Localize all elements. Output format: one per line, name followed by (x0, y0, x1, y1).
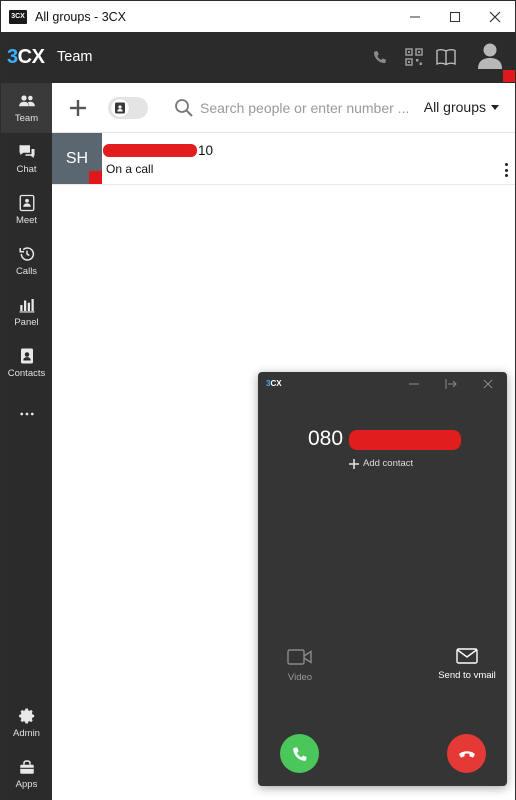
maximize-button[interactable] (435, 1, 475, 32)
history-icon (19, 247, 34, 261)
popup-close-button[interactable] (478, 376, 498, 392)
sidebar-item-label: Calls (15, 266, 38, 277)
help-button[interactable] (435, 46, 457, 68)
sidebar: Team Chat Meet Calls Panel Contacts Admi… (1, 83, 52, 800)
gear-icon (18, 708, 34, 724)
search-icon (174, 98, 194, 118)
qr-code-button[interactable] (403, 46, 425, 68)
popup-popout-button[interactable] (441, 376, 461, 392)
video-camera-icon (287, 649, 312, 665)
chat-icon (19, 145, 34, 158)
incoming-call-popup: 3CX 080 Add contact Video Send to vmail (258, 372, 507, 786)
toolbar: All groups (52, 83, 515, 133)
app-window: 3CX All groups - 3CX 3CX Team Team Chat … (0, 0, 516, 800)
popup-logo: 3CX (266, 379, 282, 388)
meet-icon (19, 194, 34, 212)
sidebar-item-contacts[interactable]: Contacts (1, 338, 52, 388)
sidebar-item-label: Chat (16, 164, 37, 175)
apps-icon (19, 760, 34, 774)
group-filter-dropdown[interactable]: All groups (424, 99, 499, 115)
more-icon (19, 412, 34, 416)
sidebar-item-team[interactable]: Team (1, 83, 52, 133)
window-controls (395, 1, 515, 32)
maximize-icon (450, 11, 460, 22)
close-button[interactable] (475, 1, 515, 32)
user-avatar-button[interactable] (477, 42, 503, 70)
title-bar: 3CX All groups - 3CX (1, 1, 515, 32)
video-label: Video (287, 672, 313, 683)
app-logo-icon: 3CX (9, 9, 27, 24)
minimize-button[interactable] (395, 1, 435, 32)
more-options-icon[interactable] (503, 163, 509, 177)
sidebar-item-label: Apps (15, 779, 38, 790)
video-button[interactable]: Video (286, 648, 314, 683)
sidebar-item-admin[interactable]: Admin (1, 698, 52, 748)
answer-call-button[interactable] (280, 734, 319, 773)
team-icon (18, 95, 35, 107)
sidebar-item-meet[interactable]: Meet (1, 185, 52, 235)
minimize-icon (409, 383, 419, 385)
dialer-button[interactable] (369, 46, 391, 68)
decline-call-button[interactable] (447, 734, 486, 773)
panel-icon (19, 299, 34, 313)
phone-icon (292, 746, 307, 761)
list-item[interactable]: SH 10 On a call (52, 133, 515, 185)
sidebar-item-label: Admin (13, 728, 40, 739)
close-icon (489, 11, 501, 22)
close-icon (483, 379, 493, 389)
phone-icon (373, 51, 386, 64)
book-icon (436, 49, 456, 66)
plus-icon (349, 458, 359, 469)
search-input[interactable] (200, 97, 410, 119)
sidebar-item-apps[interactable]: Apps (1, 749, 52, 799)
user-status-badge (503, 70, 515, 82)
hang-up-icon (458, 750, 475, 757)
presence-status-badge (89, 171, 102, 184)
brand-logo: 3CX (7, 46, 45, 68)
send-to-voicemail-button[interactable]: Send to vmail (434, 648, 500, 681)
minimize-icon (410, 16, 420, 17)
popout-icon (445, 379, 457, 389)
popup-minimize-button[interactable] (404, 376, 424, 392)
contacts-icon (20, 348, 33, 364)
section-title: Team (57, 49, 93, 65)
envelope-icon (456, 648, 478, 664)
app-header: 3CX Team (1, 32, 515, 83)
sidebar-item-label: Team (14, 113, 39, 124)
redaction-mark (103, 144, 197, 157)
group-filter-label: All groups (423, 99, 486, 115)
sidebar-item-panel[interactable]: Panel (1, 287, 52, 337)
caret-down-icon (491, 104, 499, 110)
user-icon (478, 43, 502, 69)
sidebar-item-label: Contacts (7, 368, 46, 379)
add-contact-link[interactable]: Add contact (349, 458, 413, 469)
contacts-view-toggle[interactable] (108, 97, 148, 119)
sidebar-more-button[interactable] (1, 389, 52, 439)
sidebar-item-label: Panel (14, 317, 39, 328)
toggle-knob (111, 99, 129, 117)
redaction-mark (349, 430, 461, 450)
vmail-label: Send to vmail (438, 670, 496, 681)
sidebar-item-chat[interactable]: Chat (1, 134, 52, 184)
sidebar-item-label: Meet (15, 215, 38, 226)
plus-icon (70, 100, 86, 116)
contact-card-icon (115, 102, 125, 114)
window-title: All groups - 3CX (35, 9, 127, 24)
add-contact-label: Add contact (363, 458, 414, 469)
sidebar-item-calls[interactable]: Calls (1, 236, 52, 286)
add-contact-button[interactable] (66, 96, 90, 120)
qr-code-icon (405, 48, 423, 66)
caller-number: 080 (308, 427, 344, 450)
contact-status-text: On a call (106, 162, 154, 176)
